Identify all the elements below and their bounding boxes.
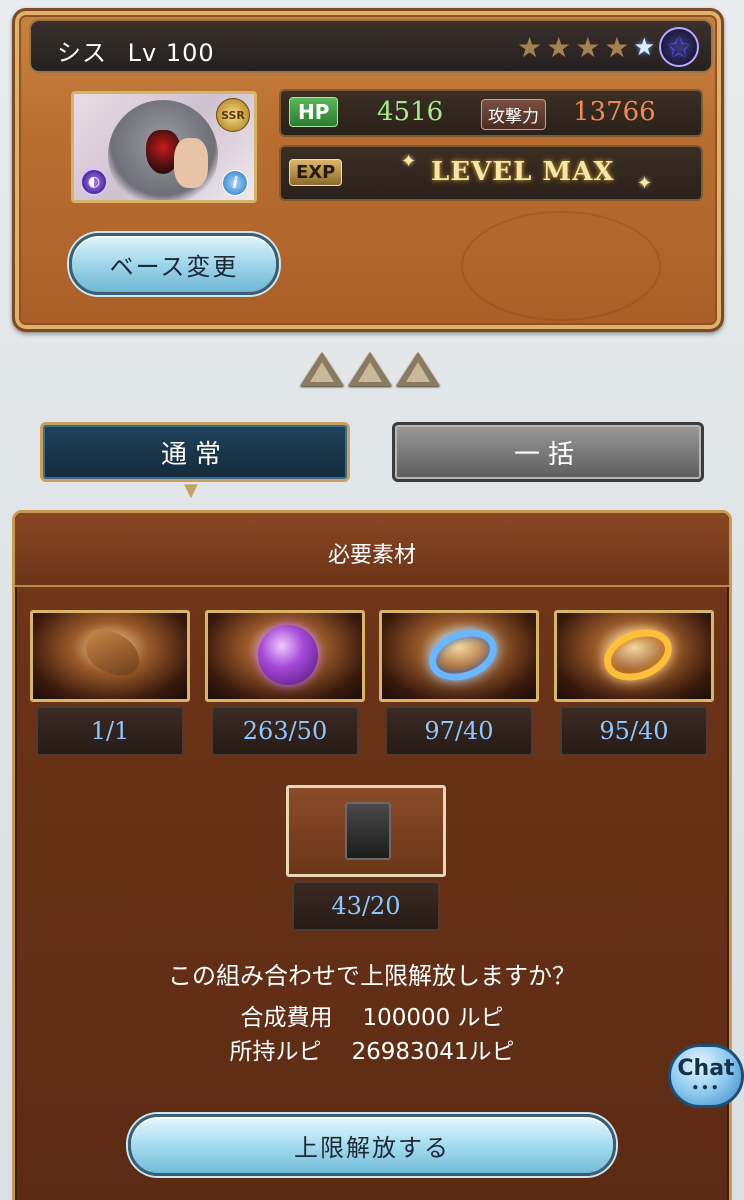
purple-orb-icon <box>258 625 318 685</box>
character-portrait[interactable]: SSR ◐ i <box>71 91 257 203</box>
chat-button[interactable]: Chat ••• <box>668 1044 744 1108</box>
materials-title-bar: 必要素材 <box>15 513 729 587</box>
owned-value: 26983041ルピ <box>351 1039 515 1065</box>
owned-rupies: 所持ルピ 26983041ルピ <box>0 1032 744 1066</box>
sparkle-icon: ✦ <box>637 173 653 194</box>
sparkle-icon: ✦ <box>401 151 417 172</box>
blue-star-icon: ★ <box>633 33 655 61</box>
material-item[interactable]: 95/40 <box>554 610 714 756</box>
exp-label: EXP <box>289 159 343 186</box>
transcendence-star-icon: ✩ <box>659 27 699 67</box>
uncap-triangle-icon <box>348 352 392 386</box>
cost-label: 合成費用 <box>240 1005 333 1031</box>
star-icon: ★ <box>546 30 572 64</box>
chat-dots-icon: ••• <box>691 1081 721 1095</box>
owned-label: 所持ルピ <box>229 1039 322 1065</box>
uncap-triangle-icon <box>300 352 344 386</box>
materials-title: 必要素材 <box>327 543 416 568</box>
material-item[interactable]: 43/20 <box>286 785 446 931</box>
chat-label: Chat <box>677 1056 735 1081</box>
uncap-stars: ★ ★ ★ ★ ★ ✩ <box>517 27 699 67</box>
active-mode-pointer-icon: ▼ <box>184 480 198 501</box>
character-card: シス Lv 100 ★ ★ ★ ★ ★ ✩ SSR ◐ i HP 4516 攻撃… <box>12 8 724 332</box>
character-header: シス Lv 100 ★ ★ ★ ★ ★ ✩ <box>29 19 713 73</box>
info-icon[interactable]: i <box>222 170 248 196</box>
material-count: 95/40 <box>560 706 708 756</box>
base-change-button[interactable]: ベース変更 <box>69 233 279 295</box>
mode-normal-button[interactable]: 通常 <box>40 422 350 482</box>
material-count: 263/50 <box>211 706 359 756</box>
material-item[interactable]: 97/40 <box>379 610 539 756</box>
material-item[interactable]: 1/1 <box>30 610 190 756</box>
material-image <box>30 610 190 702</box>
gold-ring-icon <box>596 620 680 690</box>
hp-value: 4516 <box>377 97 444 127</box>
exp-panel: EXP ✦ LEVEL MAX ✦ <box>279 145 703 201</box>
uncap-button[interactable]: 上限解放する <box>128 1114 616 1176</box>
material-image <box>554 610 714 702</box>
character-level: Lv 100 <box>127 39 215 67</box>
uncap-triangle-icon <box>396 352 440 386</box>
attack-value: 13766 <box>573 97 656 127</box>
material-image <box>286 785 446 877</box>
black-block-icon <box>345 802 391 860</box>
hp-label: HP <box>289 97 339 127</box>
material-item[interactable]: 263/50 <box>205 610 365 756</box>
material-image <box>205 610 365 702</box>
star-icon: ★ <box>517 30 543 64</box>
cost-value: 100000 ルピ <box>362 1005 504 1031</box>
star-icon: ★ <box>604 30 630 64</box>
stats-panel: HP 4516 攻撃力 13766 <box>279 89 703 137</box>
synthesis-cost: 合成費用 100000 ルピ <box>0 998 744 1032</box>
gauntlet-icon <box>79 624 147 682</box>
ssr-badge: SSR <box>216 98 250 132</box>
confirm-question: この組み合わせで上限解放しますか？ <box>168 962 576 990</box>
level-max-text: LEVEL MAX <box>431 157 615 187</box>
character-name-level: シス Lv 100 <box>57 33 215 68</box>
dark-element-icon: ◐ <box>80 168 108 196</box>
mode-bulk-button[interactable]: 一括 <box>392 422 704 482</box>
material-image <box>379 610 539 702</box>
material-count: 1/1 <box>36 706 184 756</box>
portrait-face <box>174 138 208 188</box>
material-count: 43/20 <box>292 881 440 931</box>
card-ornament <box>461 211 661 321</box>
material-count: 97/40 <box>385 706 533 756</box>
star-icon: ★ <box>575 30 601 64</box>
attack-label: 攻撃力 <box>481 99 546 130</box>
character-name: シス <box>57 39 107 67</box>
blue-ring-icon <box>421 620 505 690</box>
uncap-level-indicator <box>300 352 440 386</box>
